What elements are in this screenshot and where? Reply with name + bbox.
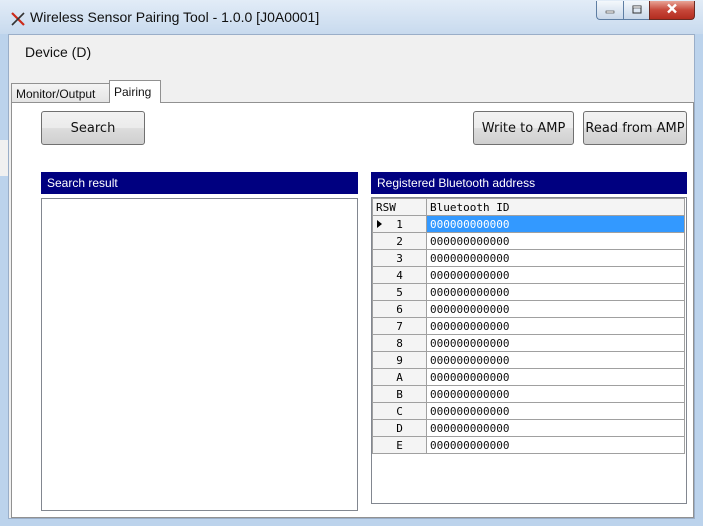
search-result-list[interactable] bbox=[41, 198, 358, 511]
table-row[interactable]: A 000000000000 bbox=[372, 368, 685, 386]
row-rsw-cell[interactable]: E bbox=[372, 436, 427, 454]
maximize-button[interactable] bbox=[623, 1, 649, 20]
table-row[interactable]: 8 000000000000 bbox=[372, 334, 685, 352]
close-icon bbox=[666, 1, 678, 19]
minimize-icon bbox=[605, 1, 615, 19]
row-rsw-cell[interactable]: A bbox=[372, 368, 427, 386]
table-row[interactable]: 1 000000000000 bbox=[372, 215, 685, 233]
table-row[interactable]: E 000000000000 bbox=[372, 436, 685, 454]
bluetooth-id-cell[interactable]: 000000000000 bbox=[426, 436, 685, 454]
row-rsw-cell[interactable]: 5 bbox=[372, 283, 427, 301]
maximize-icon bbox=[632, 1, 642, 19]
app-window: Wireless Sensor Pairing Tool - 1.0.0 [J0… bbox=[0, 0, 703, 526]
row-rsw-cell[interactable]: 9 bbox=[372, 351, 427, 369]
bluetooth-id-cell[interactable]: 000000000000 bbox=[426, 419, 685, 437]
row-rsw-cell[interactable]: C bbox=[372, 402, 427, 420]
menu-bar: Device (D) bbox=[9, 35, 694, 69]
column-header-bluetooth-id[interactable]: Bluetooth ID bbox=[426, 198, 685, 216]
tab-monitor-output[interactable]: Monitor/Output bbox=[11, 83, 110, 102]
window-controls bbox=[596, 1, 695, 21]
row-rsw-cell[interactable]: 2 bbox=[372, 232, 427, 250]
minimize-button[interactable] bbox=[596, 1, 623, 20]
bluetooth-id-cell[interactable]: 000000000000 bbox=[426, 402, 685, 420]
bluetooth-id-cell[interactable]: 000000000000 bbox=[426, 283, 685, 301]
table-row[interactable]: 3 000000000000 bbox=[372, 249, 685, 267]
pairing-tab-page: Search Write to AMP Read from AMP Search… bbox=[11, 102, 694, 518]
table-row[interactable]: D 000000000000 bbox=[372, 419, 685, 437]
table-row[interactable]: 4 000000000000 bbox=[372, 266, 685, 284]
window-frame-detail bbox=[0, 140, 8, 176]
bluetooth-id-cell[interactable]: 000000000000 bbox=[426, 385, 685, 403]
column-header-rsw[interactable]: RSW bbox=[372, 198, 427, 216]
registered-address-header: Registered Bluetooth address bbox=[371, 172, 687, 194]
row-rsw-cell[interactable]: 6 bbox=[372, 300, 427, 318]
table-row[interactable]: 5 000000000000 bbox=[372, 283, 685, 301]
bluetooth-id-cell[interactable]: 000000000000 bbox=[426, 351, 685, 369]
bluetooth-id-cell[interactable]: 000000000000 bbox=[426, 334, 685, 352]
row-rsw-cell[interactable]: 1 bbox=[372, 215, 427, 233]
table-row[interactable]: 7 000000000000 bbox=[372, 317, 685, 335]
bluetooth-id-cell[interactable]: 000000000000 bbox=[426, 215, 685, 233]
tab-pairing[interactable]: Pairing bbox=[109, 80, 161, 103]
window-title: Wireless Sensor Pairing Tool - 1.0.0 [J0… bbox=[30, 9, 320, 25]
wireless-tool-icon bbox=[10, 11, 26, 27]
row-rsw-cell[interactable]: D bbox=[372, 419, 427, 437]
client-area: Device (D) Monitor/Output Pairing Search… bbox=[8, 34, 695, 519]
row-pointer-icon bbox=[377, 220, 382, 228]
bluetooth-id-cell[interactable]: 000000000000 bbox=[426, 266, 685, 284]
table-row[interactable]: 6 000000000000 bbox=[372, 300, 685, 318]
bluetooth-id-cell[interactable]: 000000000000 bbox=[426, 232, 685, 250]
row-rsw-cell[interactable]: B bbox=[372, 385, 427, 403]
search-button[interactable]: Search bbox=[41, 111, 145, 145]
table-header-row: RSW Bluetooth ID bbox=[372, 198, 685, 216]
row-rsw-cell[interactable]: 3 bbox=[372, 249, 427, 267]
title-bar[interactable]: Wireless Sensor Pairing Tool - 1.0.0 [J0… bbox=[0, 0, 703, 34]
table-row[interactable]: 2 000000000000 bbox=[372, 232, 685, 250]
table-row[interactable]: C 000000000000 bbox=[372, 402, 685, 420]
registered-address-grid[interactable]: RSW Bluetooth ID 1 000000000000 2 000000… bbox=[371, 197, 687, 504]
table-row[interactable]: 9 000000000000 bbox=[372, 351, 685, 369]
write-to-amp-button[interactable]: Write to AMP bbox=[473, 111, 574, 145]
search-result-header: Search result bbox=[41, 172, 358, 194]
registered-address-table: RSW Bluetooth ID 1 000000000000 2 000000… bbox=[372, 198, 685, 454]
bluetooth-id-cell[interactable]: 000000000000 bbox=[426, 300, 685, 318]
bluetooth-id-cell[interactable]: 000000000000 bbox=[426, 249, 685, 267]
bluetooth-id-cell[interactable]: 000000000000 bbox=[426, 317, 685, 335]
close-button[interactable] bbox=[649, 1, 695, 20]
row-rsw-cell[interactable]: 8 bbox=[372, 334, 427, 352]
menu-device[interactable]: Device (D) bbox=[25, 44, 91, 60]
rsw-label: 1 bbox=[396, 217, 403, 231]
row-rsw-cell[interactable]: 4 bbox=[372, 266, 427, 284]
row-rsw-cell[interactable]: 7 bbox=[372, 317, 427, 335]
read-from-amp-button[interactable]: Read from AMP bbox=[583, 111, 687, 145]
table-row[interactable]: B 000000000000 bbox=[372, 385, 685, 403]
bluetooth-id-cell[interactable]: 000000000000 bbox=[426, 368, 685, 386]
